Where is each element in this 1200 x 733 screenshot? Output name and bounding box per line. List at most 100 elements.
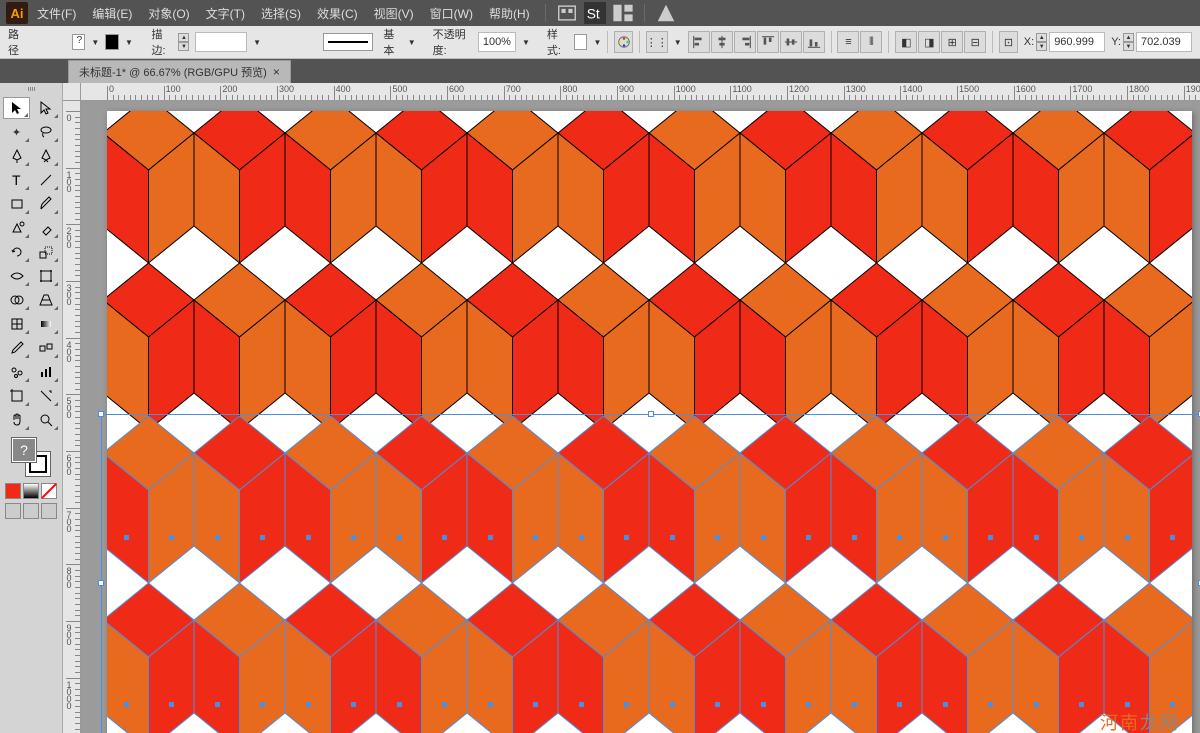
line-tool[interactable]	[32, 169, 59, 191]
opacity-input[interactable]: 100%	[478, 32, 516, 52]
free-transform-tool[interactable]	[32, 265, 59, 287]
x-input[interactable]: 960.999	[1049, 32, 1105, 52]
close-tab-icon[interactable]: ×	[273, 65, 280, 79]
control-bar: 路径 ? ▼ ▼ 描边: ▲▼ ▼ 基本 ▼ 不透明度: 100% ▼ 样式: …	[0, 26, 1200, 59]
cube-pattern[interactable]	[107, 111, 1192, 733]
menu-window[interactable]: 窗口(W)	[423, 2, 480, 25]
hand-tool[interactable]	[3, 409, 30, 431]
shape-mode-2[interactable]: ◨	[918, 31, 940, 53]
color-mode-gradient[interactable]	[23, 483, 39, 499]
ruler-horizontal[interactable]: 0100200300400500600700800900100011001200…	[81, 83, 1200, 101]
direct-selection-tool[interactable]	[32, 97, 59, 119]
menu-edit[interactable]: 编辑(E)	[85, 2, 139, 25]
rotate-tool[interactable]	[3, 241, 30, 263]
menu-file[interactable]: 文件(F)	[30, 2, 83, 25]
color-mode-none[interactable]	[41, 483, 57, 499]
align-hcenter-button[interactable]	[711, 31, 733, 53]
zoom-tool[interactable]	[32, 409, 59, 431]
separator	[831, 31, 832, 53]
dist-h-button[interactable]: ≡	[837, 31, 859, 53]
color-mode-row	[5, 483, 57, 499]
selection-tool[interactable]	[3, 97, 30, 119]
draw-behind[interactable]	[23, 503, 39, 519]
ruler-vertical[interactable]: 01002003004005006007008009001000	[63, 101, 81, 733]
stroke-width-input[interactable]	[195, 32, 247, 52]
blend-tool[interactable]	[32, 337, 59, 359]
perspective-tool[interactable]	[32, 289, 59, 311]
draw-normal[interactable]	[5, 503, 21, 519]
shaper-tool[interactable]	[3, 217, 30, 239]
separator	[639, 31, 640, 53]
selection-mode-label: 路径	[8, 26, 26, 58]
align-vcenter-button[interactable]	[780, 31, 802, 53]
width-tool[interactable]	[3, 265, 30, 287]
y-input[interactable]: 702.039	[1136, 32, 1192, 52]
eyedropper-tool[interactable]	[3, 337, 30, 359]
gradient-tool[interactable]	[32, 313, 59, 335]
watermark-part1: 河南	[1100, 713, 1140, 733]
style-swatch[interactable]	[574, 34, 588, 50]
bridge-icon[interactable]	[556, 2, 578, 24]
curvature-tool[interactable]	[32, 145, 59, 167]
arrange-icon[interactable]	[612, 2, 634, 24]
symbol-tool[interactable]	[3, 361, 30, 383]
stock-icon[interactable]: St	[584, 2, 606, 24]
fill-color-box[interactable]: ?	[11, 437, 37, 463]
mesh-tool[interactable]	[3, 313, 30, 335]
pen-tool[interactable]	[3, 145, 30, 167]
align-left-button[interactable]	[688, 31, 710, 53]
brush-tool[interactable]	[32, 193, 59, 215]
document-tab[interactable]: 未标题-1* @ 66.67% (RGB/GPU 预览) ×	[68, 60, 291, 83]
menu-type[interactable]: 文字(T)	[199, 2, 252, 25]
shape-mode-3[interactable]: ⊞	[941, 31, 963, 53]
magic-wand-tool[interactable]: ✦	[3, 121, 30, 143]
align-buttons	[688, 31, 825, 53]
scale-tool[interactable]	[32, 241, 59, 263]
canvas-area[interactable]: 0100200300400500600700800900100011001200…	[63, 83, 1200, 733]
gpu-icon[interactable]	[655, 2, 677, 24]
menu-help[interactable]: 帮助(H)	[482, 2, 537, 25]
draw-mode-row	[5, 503, 57, 519]
shape-builder-tool[interactable]	[3, 289, 30, 311]
fill-swatch[interactable]: ?	[72, 34, 86, 50]
ruler-origin[interactable]	[63, 83, 81, 101]
menu-view[interactable]: 视图(V)	[367, 2, 421, 25]
dist-v-button[interactable]: ⫴	[860, 31, 882, 53]
stroke-profile[interactable]	[323, 33, 373, 51]
color-mode-solid[interactable]	[5, 483, 21, 499]
menu-object[interactable]: 对象(O)	[141, 2, 196, 25]
align-right-button[interactable]	[734, 31, 756, 53]
align-bottom-button[interactable]	[803, 31, 825, 53]
fill-stroke-indicator[interactable]: ?	[11, 437, 51, 477]
align-to-button[interactable]: ⋮⋮	[646, 31, 668, 53]
stroke-stepper[interactable]: ▲▼	[178, 33, 189, 51]
shape-mode-4[interactable]: ⊟	[964, 31, 986, 53]
lasso-tool[interactable]	[32, 121, 59, 143]
align-top-button[interactable]	[757, 31, 779, 53]
y-stepper[interactable]: ▲▼	[1123, 33, 1134, 51]
artboard[interactable]: 河南龙网	[107, 111, 1192, 733]
menu-select[interactable]: 选择(S)	[254, 2, 308, 25]
eraser-tool[interactable]	[32, 217, 59, 239]
document-tab-title: 未标题-1* @ 66.67% (RGB/GPU 预览)	[79, 64, 267, 80]
rectangle-tool[interactable]	[3, 193, 30, 215]
x-label: X:	[1024, 36, 1034, 48]
separator	[644, 4, 645, 22]
opacity-label: 不透明度:	[433, 26, 472, 58]
separator	[888, 31, 889, 53]
menu-effect[interactable]: 效果(C)	[310, 2, 365, 25]
artboard-tool[interactable]	[3, 385, 30, 407]
transform-panel-button[interactable]: ⊡	[999, 31, 1018, 53]
recolor-button[interactable]	[614, 31, 633, 53]
stroke-swatch[interactable]	[105, 34, 119, 50]
draw-inside[interactable]	[41, 503, 57, 519]
watermark-part2: 龙网	[1140, 713, 1180, 733]
slice-tool[interactable]	[32, 385, 59, 407]
y-coord: Y: ▲▼ 702.039	[1111, 32, 1192, 52]
type-tool[interactable]: T	[3, 169, 30, 191]
toolbox-grip[interactable]	[3, 87, 59, 93]
shape-mode-1[interactable]: ◧	[895, 31, 917, 53]
x-stepper[interactable]: ▲▼	[1036, 33, 1047, 51]
menu-bar: Ai 文件(F) 编辑(E) 对象(O) 文字(T) 选择(S) 效果(C) 视…	[0, 0, 1200, 26]
graph-tool[interactable]	[32, 361, 59, 383]
